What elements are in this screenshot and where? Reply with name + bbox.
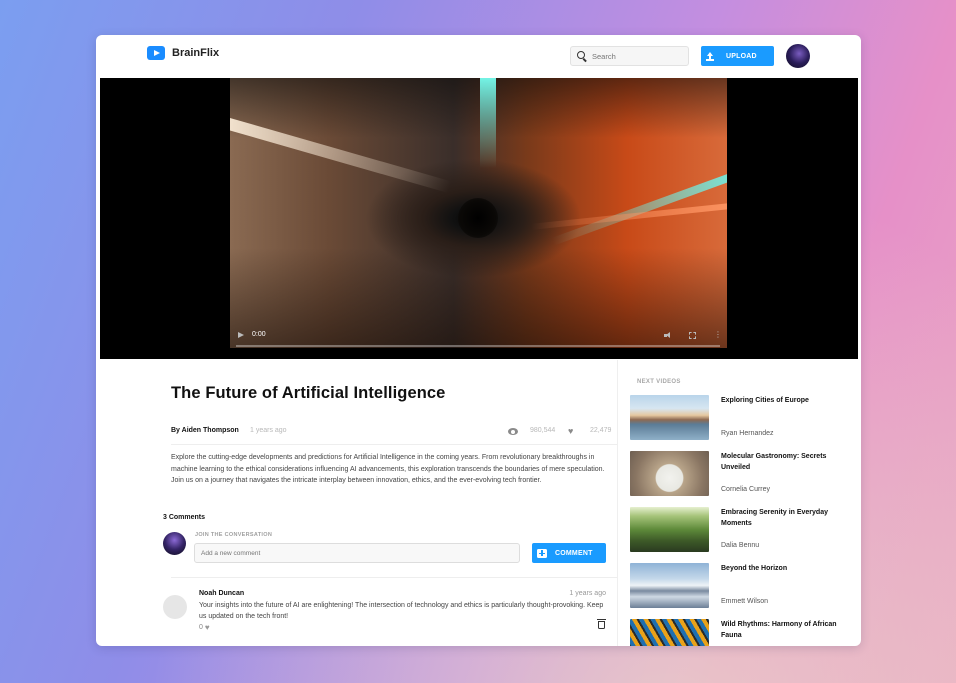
video-light-streak: [531, 203, 727, 230]
search-box[interactable]: [570, 46, 689, 66]
next-video-author: Ryan Hernandez: [721, 430, 774, 437]
upload-label: UPLOAD: [726, 52, 757, 60]
more-icon[interactable]: ⋮: [714, 331, 722, 339]
next-video-author: Emmett Wilson: [721, 598, 769, 605]
video-description: Explore the cutting-edge developments an…: [171, 454, 605, 484]
next-video-title: Molecular Gastronomy: Secrets Unveiled: [721, 453, 827, 471]
video-progress-bar[interactable]: [236, 345, 720, 347]
heart-icon[interactable]: ♥: [568, 426, 573, 436]
video-likes: 22,479: [590, 427, 612, 434]
comment-add-icon: [537, 548, 547, 558]
eye-icon: [508, 428, 518, 435]
logo-text: BrainFlix: [172, 47, 220, 59]
app-window: BrainFlix UPLOAD 0:00 ⋮: [96, 35, 861, 646]
video-controls: 0:00 ⋮: [230, 326, 727, 350]
commenter-avatar: [163, 595, 187, 619]
next-video-author: Cornelia Currey: [721, 486, 771, 493]
user-avatar[interactable]: [786, 44, 810, 68]
comment-likes[interactable]: 0 ♥: [199, 623, 210, 632]
video-thumbnail[interactable]: [630, 563, 709, 608]
upload-button[interactable]: UPLOAD: [701, 46, 774, 66]
divider: [171, 577, 617, 578]
video-poster[interactable]: [230, 78, 727, 348]
comment-like-count: 0: [199, 624, 203, 631]
header: BrainFlix UPLOAD: [96, 35, 861, 77]
comment-time: 1 years ago: [569, 590, 606, 597]
current-user-avatar: [163, 532, 186, 555]
next-video-item[interactable]: Wild Rhythms: Harmony of African Fauna: [630, 619, 852, 646]
comment-button[interactable]: COMMENT: [532, 543, 606, 563]
comment-button-label: COMMENT: [555, 549, 593, 557]
upload-icon: [706, 51, 714, 61]
comment-input[interactable]: [194, 543, 520, 563]
divider: [171, 444, 617, 445]
logo-play-icon: [147, 46, 165, 60]
next-video-item[interactable]: Molecular Gastronomy: Secrets Unveiled C…: [630, 451, 852, 497]
video-tunnel-center: [458, 198, 498, 238]
video-author[interactable]: By Aiden Thompson: [171, 427, 239, 434]
video-views: 980,544: [530, 427, 556, 434]
video-light-streak: [480, 78, 496, 168]
join-conversation-label: JOIN THE CONVERSATION: [195, 532, 273, 538]
commenter-name: Noah Duncan: [199, 590, 245, 597]
next-video-title: Beyond the Horizon: [721, 565, 788, 572]
video-posted: 1 years ago: [250, 427, 287, 434]
fullscreen-icon[interactable]: [689, 332, 696, 339]
search-input[interactable]: [592, 51, 687, 61]
video-thumbnail[interactable]: [630, 451, 709, 496]
comment-text: Your insights into the future of AI are …: [199, 602, 604, 620]
next-video-title: Embracing Serenity in Everyday Moments: [721, 509, 828, 527]
video-shade-top: [230, 78, 727, 138]
next-video-item[interactable]: Embracing Serenity in Everyday Moments D…: [630, 507, 852, 553]
heart-icon[interactable]: ♥: [205, 623, 210, 632]
video-meta: By Aiden Thompson 1 years ago 980,544 ♥ …: [171, 426, 612, 439]
video-thumbnail[interactable]: [630, 395, 709, 440]
trash-icon[interactable]: [596, 619, 606, 629]
logo[interactable]: BrainFlix: [147, 46, 219, 60]
play-icon[interactable]: [238, 332, 244, 338]
comments-count: 3 Comments: [163, 514, 206, 521]
next-videos-label: NEXT VIDEOS: [637, 379, 681, 385]
volume-icon[interactable]: [664, 332, 672, 339]
next-video-item[interactable]: Beyond the Horizon Emmett Wilson: [630, 563, 852, 609]
next-video-author: Dalia Bennu: [721, 542, 760, 549]
next-video-title: Wild Rhythms: Harmony of African Fauna: [721, 621, 837, 639]
column-divider: [617, 360, 618, 646]
search-icon: [576, 50, 588, 62]
video-title: The Future of Artificial Intelligence: [171, 384, 446, 402]
next-video-item[interactable]: Exploring Cities of Europe Ryan Hernande…: [630, 395, 852, 441]
video-player[interactable]: 0:00 ⋮: [100, 78, 858, 359]
video-thumbnail[interactable]: [630, 507, 709, 552]
video-time: 0:00: [252, 331, 266, 338]
video-thumbnail[interactable]: [630, 619, 709, 646]
next-video-title: Exploring Cities of Europe: [721, 397, 809, 404]
